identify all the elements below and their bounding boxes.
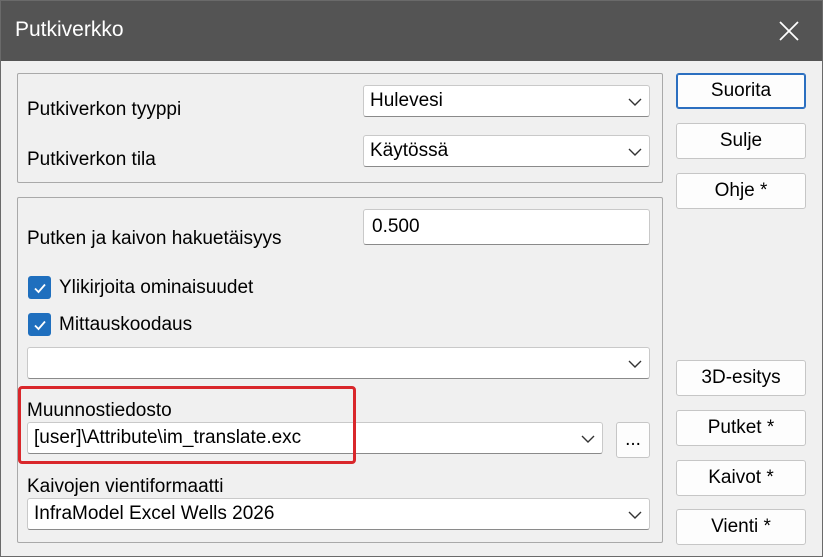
overwrite-checkbox[interactable] [28, 276, 51, 299]
help-button[interactable]: Ohje * [676, 173, 806, 209]
checkmark-icon [33, 283, 46, 293]
wells-format-value: InfraModel Excel Wells 2026 [34, 503, 275, 524]
view-3d-button-label: 3D-esitys [701, 367, 781, 388]
chevron-down-icon [628, 511, 642, 519]
highlight-box [18, 386, 356, 464]
coding-label: Mittauskoodaus [59, 314, 193, 335]
search-distance-input[interactable]: 0.500 [363, 209, 650, 245]
search-distance-value: 0.500 [372, 216, 420, 237]
export-button-label: Vienti * [711, 516, 771, 537]
close-icon [779, 21, 799, 41]
help-button-label: Ohje * [714, 180, 768, 201]
wells-format-select[interactable]: InfraModel Excel Wells 2026 [27, 498, 650, 530]
search-distance-label: Putken ja kaivon hakuetäisyys [27, 228, 282, 249]
export-button[interactable]: Vienti * [676, 509, 806, 545]
chevron-down-icon [628, 360, 642, 368]
close-button-label: Sulje [719, 130, 763, 151]
pipes-button[interactable]: Putket * [676, 410, 806, 446]
close-window-button[interactable] [756, 1, 822, 61]
window-title: Putkiverkko [15, 18, 124, 41]
browse-button-label: ... [625, 429, 641, 450]
wells-format-label: Kaivojen vientiformaatti [27, 476, 224, 497]
chevron-down-icon [581, 435, 595, 443]
title-bar: Putkiverkko [1, 1, 822, 61]
network-state-label: Putkiverkon tila [27, 149, 156, 170]
view-3d-button[interactable]: 3D-esitys [676, 360, 806, 396]
checkmark-icon [33, 320, 46, 330]
run-button[interactable]: Suorita [676, 73, 806, 109]
close-button[interactable]: Sulje [676, 123, 806, 159]
network-state-value: Käytössä [370, 140, 449, 161]
chevron-down-icon [628, 148, 642, 156]
dialog-window: Putkiverkko Putkiverkon tyyppi Hulevesi … [0, 0, 823, 557]
coding-checkbox[interactable] [28, 313, 51, 336]
network-type-label: Putkiverkon tyyppi [27, 99, 182, 120]
run-button-label: Suorita [710, 80, 772, 101]
network-type-select[interactable]: Hulevesi [363, 85, 650, 117]
coding-select[interactable] [27, 347, 650, 379]
overwrite-label: Ylikirjoita ominaisuudet [59, 277, 254, 298]
pipes-button-label: Putket * [707, 417, 775, 438]
network-state-select[interactable]: Käytössä [363, 135, 650, 167]
browse-button[interactable]: ... [616, 422, 650, 458]
wells-button-label: Kaivot * [708, 467, 774, 488]
chevron-down-icon [628, 98, 642, 106]
network-type-value: Hulevesi [370, 90, 443, 111]
wells-button[interactable]: Kaivot * [676, 460, 806, 496]
